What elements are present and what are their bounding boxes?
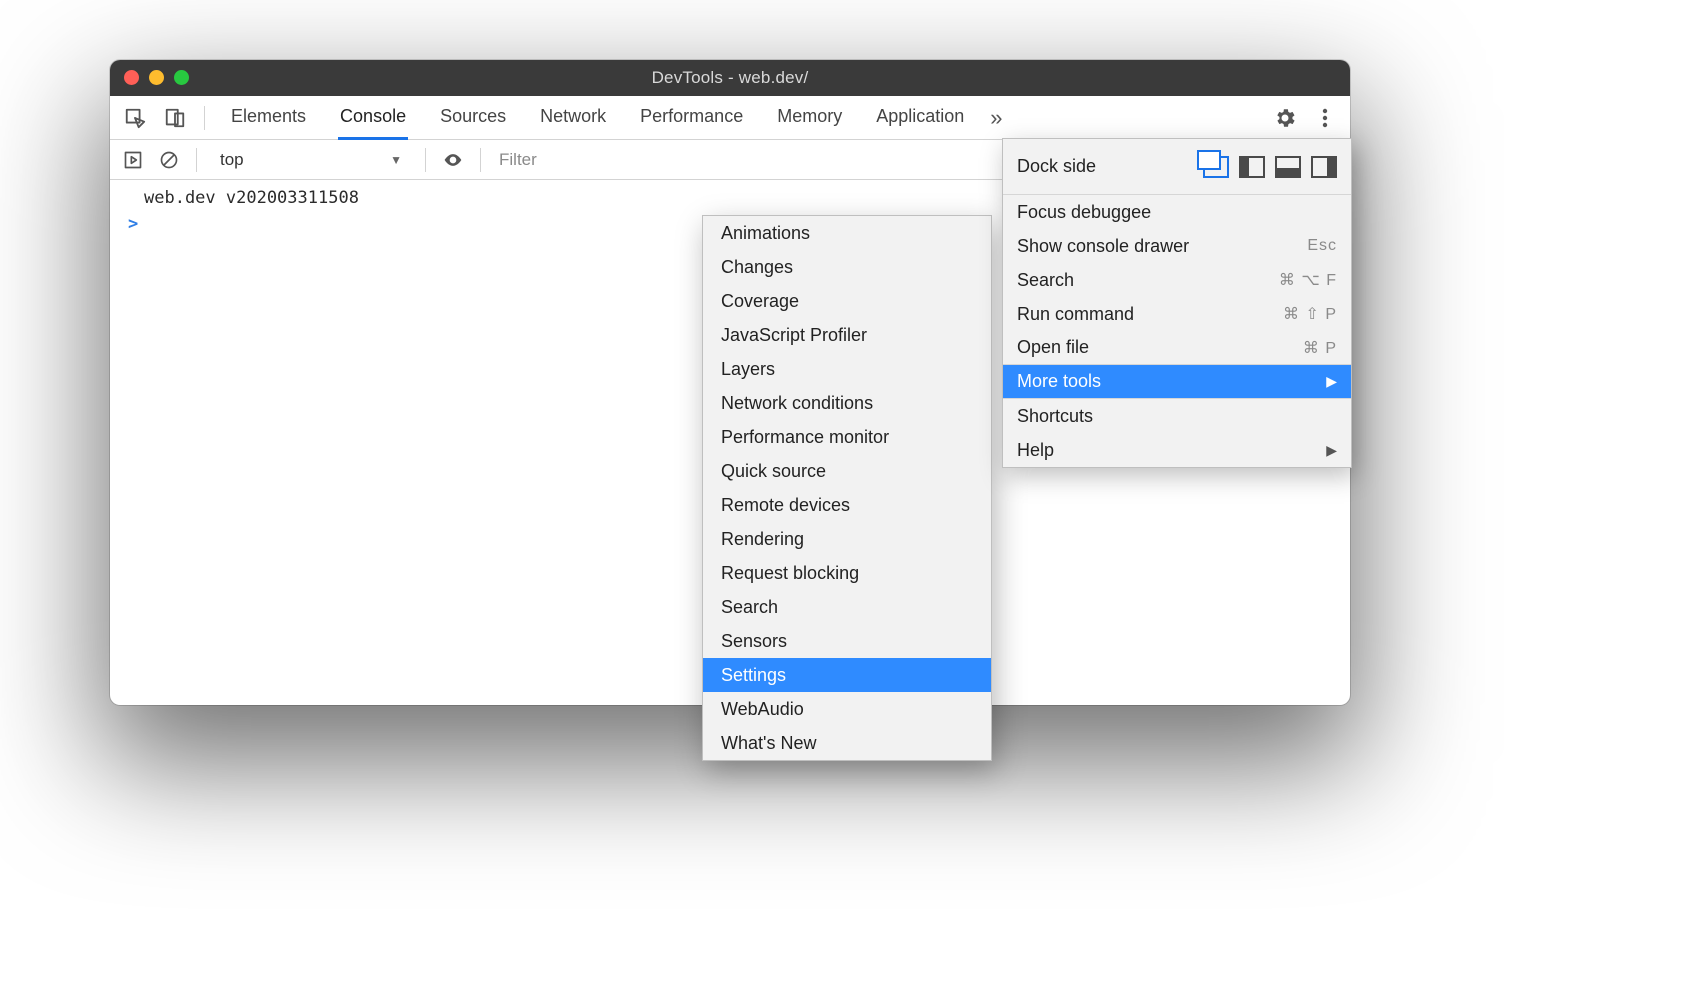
menu-item-more-tools[interactable]: More tools ▶ [1003, 365, 1351, 399]
dock-left-icon[interactable] [1239, 156, 1265, 178]
chevron-down-icon: ▼ [390, 153, 402, 167]
submenu-item-request-blocking[interactable]: Request blocking [703, 556, 991, 590]
settings-gear-icon[interactable] [1272, 105, 1298, 131]
zoom-window-button[interactable] [174, 70, 189, 85]
toolbar-separator [480, 148, 481, 172]
inspect-element-icon[interactable] [122, 105, 148, 131]
tab-console[interactable]: Console [338, 96, 408, 140]
clear-console-icon[interactable] [156, 147, 182, 173]
devtools-window: DevTools - web.dev/ Elements Console Sourc… [110, 60, 1350, 705]
window-controls [124, 70, 189, 85]
submenu-arrow-icon: ▶ [1326, 442, 1337, 459]
toolbar-separator [425, 148, 426, 172]
menu-item-run-command[interactable]: Run command ⌘ ⇧ P [1003, 297, 1351, 331]
menu-item-label: More tools [1017, 371, 1316, 392]
menu-item-label: Show console drawer [1017, 236, 1297, 257]
dock-bottom-icon[interactable] [1275, 156, 1301, 178]
dock-right-icon[interactable] [1311, 156, 1337, 178]
menu-item-label: Search [1017, 270, 1269, 291]
main-menu: Dock side Focus debuggee Show console dra… [1002, 138, 1352, 468]
menu-item-label: Focus debuggee [1017, 202, 1337, 223]
tab-application[interactable]: Application [874, 96, 966, 140]
close-window-button[interactable] [124, 70, 139, 85]
menu-item-shortcut: Esc [1307, 237, 1337, 255]
menu-item-show-console-drawer[interactable]: Show console drawer Esc [1003, 229, 1351, 263]
submenu-item-performance-monitor[interactable]: Performance monitor [703, 420, 991, 454]
execution-play-icon[interactable] [120, 147, 146, 173]
submenu-item-coverage[interactable]: Coverage [703, 284, 991, 318]
filter-field[interactable] [495, 146, 815, 174]
tab-performance[interactable]: Performance [638, 96, 745, 140]
menu-item-shortcut: ⌘ P [1303, 338, 1337, 358]
device-toolbar-icon[interactable] [162, 105, 188, 131]
minimize-window-button[interactable] [149, 70, 164, 85]
submenu-item-settings[interactable]: Settings [703, 658, 991, 692]
menu-item-search[interactable]: Search ⌘ ⌥ F [1003, 263, 1351, 297]
submenu-item-animations[interactable]: Animations [703, 216, 991, 250]
dock-side-options [1203, 156, 1337, 178]
menu-item-help[interactable]: Help ▶ [1003, 433, 1351, 467]
tab-elements[interactable]: Elements [229, 96, 308, 140]
menu-item-label: Shortcuts [1017, 406, 1337, 427]
submenu-item-changes[interactable]: Changes [703, 250, 991, 284]
menu-item-label: Run command [1017, 304, 1273, 325]
submenu-item-rendering[interactable]: Rendering [703, 522, 991, 556]
more-tools-submenu: AnimationsChangesCoverageJavaScript Prof… [702, 215, 992, 761]
submenu-item-search[interactable]: Search [703, 590, 991, 624]
window-title: DevTools - web.dev/ [110, 68, 1350, 88]
panel-tabs: Elements Console Sources Network Performance… [221, 96, 966, 140]
submenu-item-network-conditions[interactable]: Network conditions [703, 386, 991, 420]
execution-context-label: top [220, 150, 244, 170]
submenu-item-sensors[interactable]: Sensors [703, 624, 991, 658]
dock-undock-icon[interactable] [1203, 156, 1229, 178]
menu-item-open-file[interactable]: Open file ⌘ P [1003, 331, 1351, 365]
menu-item-focus-debuggee[interactable]: Focus debuggee [1003, 195, 1351, 229]
dock-side-label: Dock side [1017, 156, 1193, 177]
filter-input[interactable] [495, 146, 815, 174]
execution-context-selector[interactable]: top ▼ [211, 145, 411, 175]
menu-item-label: Open file [1017, 337, 1293, 358]
tab-network[interactable]: Network [538, 96, 608, 140]
menu-item-label: Help [1017, 440, 1316, 461]
titlebar: DevTools - web.dev/ [110, 60, 1350, 96]
dock-side-row: Dock side [1003, 139, 1351, 195]
toolbar-separator [204, 106, 205, 130]
more-tabs-button[interactable]: » [984, 105, 1008, 131]
tab-sources[interactable]: Sources [438, 96, 508, 140]
main-toolbar: Elements Console Sources Network Performance… [110, 96, 1350, 140]
live-expression-eye-icon[interactable] [440, 147, 466, 173]
tab-memory[interactable]: Memory [775, 96, 844, 140]
submenu-item-remote-devices[interactable]: Remote devices [703, 488, 991, 522]
menu-item-shortcuts[interactable]: Shortcuts [1003, 399, 1351, 433]
submenu-item-javascript-profiler[interactable]: JavaScript Profiler [703, 318, 991, 352]
submenu-item-quick-source[interactable]: Quick source [703, 454, 991, 488]
submenu-item-webaudio[interactable]: WebAudio [703, 692, 991, 726]
submenu-item-layers[interactable]: Layers [703, 352, 991, 386]
menu-item-shortcut: ⌘ ⇧ P [1283, 304, 1337, 324]
kebab-menu-icon[interactable] [1312, 105, 1338, 131]
submenu-arrow-icon: ▶ [1326, 373, 1337, 390]
submenu-item-what's-new[interactable]: What's New [703, 726, 991, 760]
menu-item-shortcut: ⌘ ⌥ F [1279, 270, 1337, 290]
toolbar-separator [196, 148, 197, 172]
